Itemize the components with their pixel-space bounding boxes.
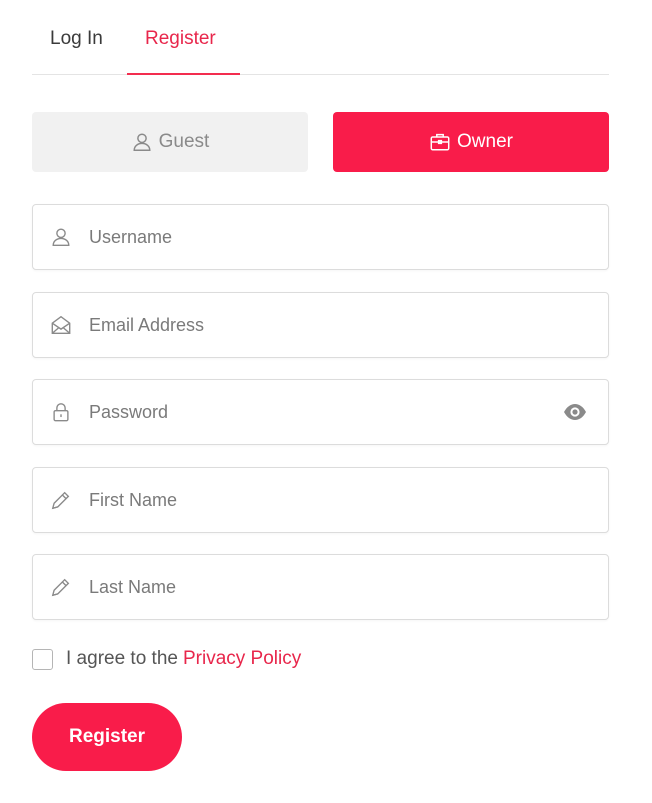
agree-text: I agree to the	[66, 648, 178, 669]
user-icon	[52, 228, 70, 246]
guest-role-button[interactable]: Guest	[32, 112, 308, 172]
guest-role-label: Guest	[158, 131, 210, 152]
password-input[interactable]	[89, 380, 569, 444]
pencil-icon	[51, 491, 70, 510]
privacy-agreement: I agree to the Privacy Policy	[32, 648, 301, 670]
tab-register[interactable]: Register	[145, 28, 216, 50]
user-icon	[133, 133, 151, 151]
last-name-input[interactable]	[89, 555, 569, 619]
agree-checkbox[interactable]	[32, 648, 53, 670]
first-name-input[interactable]	[89, 468, 569, 532]
username-field	[32, 204, 609, 270]
privacy-policy-link[interactable]: Privacy Policy	[183, 648, 301, 670]
briefcase-icon	[430, 133, 450, 151]
lock-icon	[53, 403, 69, 422]
eye-icon[interactable]	[563, 402, 587, 422]
active-tab-indicator	[127, 73, 240, 75]
pencil-icon	[51, 578, 70, 597]
auth-tabs: Log In Register	[32, 0, 609, 75]
username-input[interactable]	[89, 205, 569, 269]
register-submit-button[interactable]: Register	[32, 703, 182, 771]
password-field	[32, 379, 609, 445]
email-field	[32, 292, 609, 358]
owner-role-label: Owner	[457, 131, 513, 152]
last-name-field	[32, 554, 609, 620]
owner-role-button[interactable]: Owner	[333, 112, 609, 172]
envelope-open-icon	[51, 315, 71, 334]
email-input[interactable]	[89, 293, 569, 357]
first-name-field	[32, 467, 609, 533]
register-form-panel: Log In Register Guest Owner Username Ema…	[0, 0, 652, 803]
tab-login[interactable]: Log In	[50, 28, 103, 50]
